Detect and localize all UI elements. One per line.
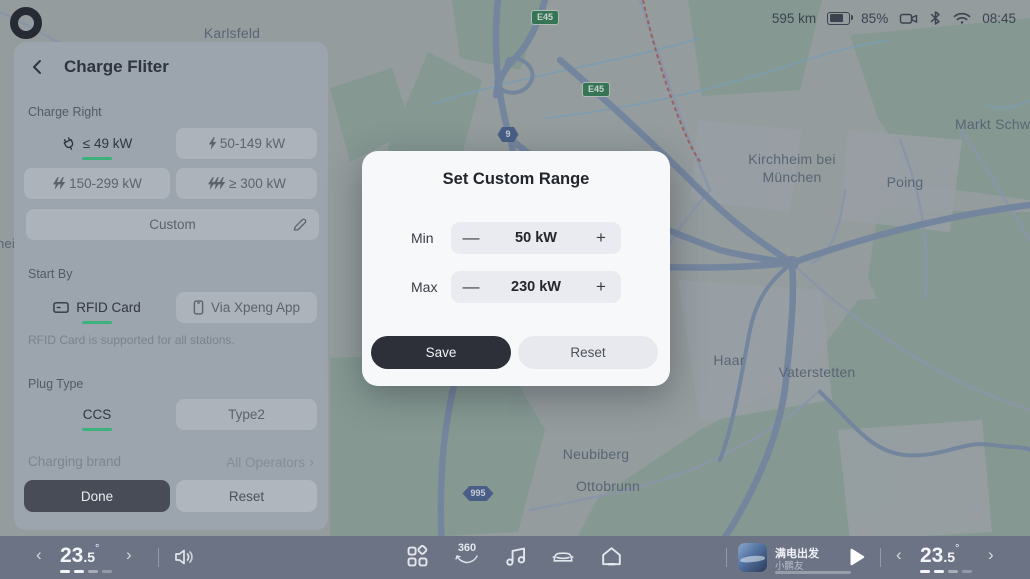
- plug-icon: [62, 137, 76, 151]
- rfid-note: RFID Card is supported for all stations.: [28, 333, 235, 347]
- option-label: Via Xpeng App: [211, 300, 300, 315]
- charging-brand-value: All Operators: [226, 455, 305, 470]
- passenger-temperature[interactable]: 23.5°: [920, 543, 959, 568]
- album-art[interactable]: [738, 543, 767, 572]
- battery-icon: [827, 12, 850, 25]
- song-progress-bar: [775, 571, 851, 574]
- plus-button[interactable]: +: [581, 222, 621, 254]
- save-button[interactable]: Save: [371, 336, 511, 369]
- double-bolt-icon: [52, 177, 62, 190]
- option-label: ≥ 300 kW: [229, 176, 286, 191]
- wifi-icon: [953, 11, 971, 25]
- done-button[interactable]: Done: [24, 480, 170, 512]
- option-label: CCS: [83, 407, 112, 422]
- panel-title: Charge Fliter: [64, 57, 169, 77]
- bottom-dock: ‹ 23.5° › 360: [0, 536, 1030, 579]
- selected-underline: [82, 321, 112, 324]
- min-label: Min: [411, 230, 434, 246]
- option-le-49kw[interactable]: ≤ 49 kW: [24, 128, 170, 159]
- fan-level-indicator: [60, 570, 112, 573]
- option-ge-300kw[interactable]: ≥ 300 kW: [176, 168, 317, 199]
- modal-title: Set Custom Range: [362, 170, 670, 189]
- min-value: 50 kW: [515, 230, 557, 246]
- divider: [726, 548, 727, 567]
- option-150-299kw[interactable]: 150-299 kW: [24, 168, 170, 199]
- temp-left-increase[interactable]: ›: [126, 545, 132, 565]
- edit-pen-icon: [292, 217, 307, 232]
- option-via-xpeng-app[interactable]: Via Xpeng App: [176, 292, 317, 323]
- divider: [880, 548, 881, 567]
- option-label: 150-299 kW: [69, 176, 142, 191]
- selected-underline: [82, 157, 112, 160]
- temp-right-decrease[interactable]: ‹: [896, 545, 902, 565]
- custom-label: Custom: [149, 217, 196, 232]
- temp-decimal: .5: [83, 549, 95, 565]
- xpeng-logo-icon: [10, 7, 42, 39]
- clock-time: 08:45: [982, 11, 1016, 26]
- charging-brand-label: Charging brand: [28, 454, 121, 471]
- play-icon[interactable]: [845, 546, 867, 568]
- option-label: Type2: [228, 407, 265, 422]
- driver-temperature[interactable]: 23.5°: [60, 543, 99, 568]
- max-label: Max: [411, 279, 437, 295]
- view-360-label: 360: [452, 542, 482, 554]
- chevron-right-icon: ›: [309, 454, 314, 471]
- section-label-plug-type: Plug Type: [28, 377, 83, 391]
- plus-button[interactable]: +: [581, 271, 621, 303]
- option-ccs[interactable]: CCS: [24, 399, 170, 430]
- triple-bolt-icon: [207, 177, 222, 190]
- custom-range-button[interactable]: Custom: [26, 209, 319, 240]
- dashcam-icon: [899, 11, 918, 26]
- max-stepper: — 230 kW +: [451, 271, 621, 303]
- option-rfid-card[interactable]: RFID Card: [24, 292, 170, 323]
- option-label: RFID Card: [76, 300, 141, 315]
- speaker-icon[interactable]: [172, 545, 196, 569]
- car-icon[interactable]: [550, 545, 576, 568]
- temp-whole: 23: [60, 544, 83, 567]
- degree-symbol: °: [955, 543, 959, 555]
- minus-button[interactable]: —: [451, 271, 491, 303]
- bolt-icon: [208, 137, 213, 150]
- min-stepper: — 50 kW +: [451, 222, 621, 254]
- rfid-card-icon: [53, 301, 69, 314]
- charging-brand-row[interactable]: Charging brand All Operators ›: [28, 454, 314, 471]
- divider: [158, 548, 159, 567]
- bluetooth-icon: [929, 10, 942, 26]
- status-bar: 595 km 85% 08:45: [772, 10, 1016, 26]
- section-label-start-by: Start By: [28, 267, 72, 281]
- chevron-left-icon: [28, 57, 48, 77]
- apps-grid-icon[interactable]: [406, 545, 429, 568]
- song-artist: 小鹏友: [775, 558, 804, 572]
- option-label: ≤ 49 kW: [83, 136, 132, 151]
- temp-whole: 23: [920, 544, 943, 567]
- modal-reset-button[interactable]: Reset: [518, 336, 658, 369]
- degree-symbol: °: [95, 543, 99, 555]
- max-value: 230 kW: [511, 279, 561, 295]
- panel-reset-button[interactable]: Reset: [176, 480, 317, 512]
- option-50-149kw[interactable]: 50-149 kW: [176, 128, 317, 159]
- range-value: 595 km: [772, 11, 816, 26]
- battery-percent: 85%: [861, 11, 888, 26]
- set-custom-range-modal: Set Custom Range Min — 50 kW + Max — 230…: [362, 151, 670, 386]
- option-type2[interactable]: Type2: [176, 399, 317, 430]
- fan-level-indicator: [920, 570, 972, 573]
- back-button[interactable]: [28, 57, 48, 77]
- selected-underline: [82, 428, 112, 431]
- option-label: 50-149 kW: [220, 136, 285, 151]
- music-icon[interactable]: [504, 545, 527, 568]
- minus-button[interactable]: —: [451, 222, 491, 254]
- infotainment-screen: Karlsfeld nei Kirchheim bei München Poin…: [0, 0, 1030, 579]
- temp-right-increase[interactable]: ›: [988, 545, 994, 565]
- home-icon[interactable]: [600, 545, 623, 568]
- section-label-charge-right: Charge Right: [28, 105, 102, 119]
- view-360-icon[interactable]: 360: [452, 542, 482, 565]
- charge-filter-panel: Charge Fliter Charge Right ≤ 49 kW 50-14…: [14, 42, 328, 530]
- temp-left-decrease[interactable]: ‹: [36, 545, 42, 565]
- phone-icon: [193, 300, 204, 315]
- temp-decimal: .5: [943, 549, 955, 565]
